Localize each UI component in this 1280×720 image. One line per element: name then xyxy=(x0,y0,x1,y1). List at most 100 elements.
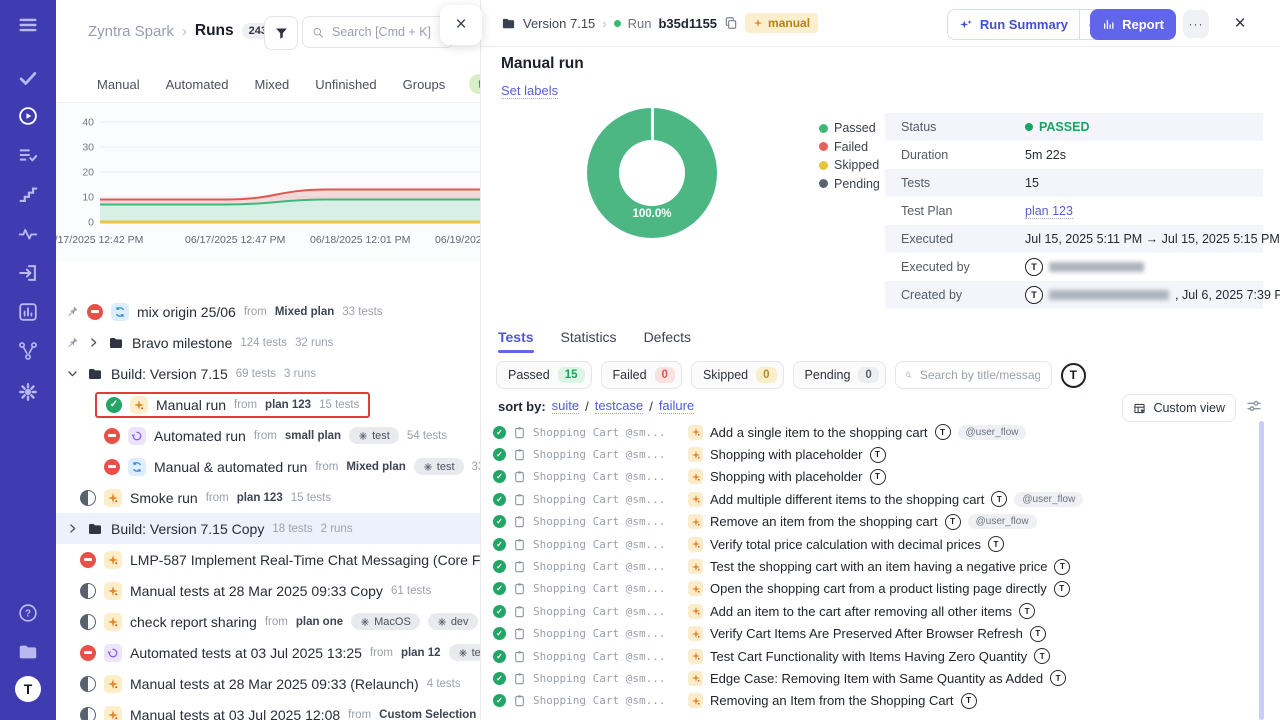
runs-search-input[interactable] xyxy=(330,24,444,40)
filter-chip-pending[interactable]: Pending0 xyxy=(793,361,886,389)
test-title[interactable]: Shopping with placeholder xyxy=(710,447,863,462)
test-result-row[interactable]: ✓Shopping Cart @sm...Edge Case: Removing… xyxy=(493,667,1263,689)
run-row[interactable]: Automated tests at 03 Jul 2025 13:25from… xyxy=(56,637,480,668)
collapse-panel-button[interactable]: × xyxy=(440,5,482,45)
test-result-row[interactable]: ✓Shopping Cart @sm...Remove an item from… xyxy=(493,511,1263,533)
sidebar-item-analytics[interactable] xyxy=(0,297,56,327)
sidebar-item-workflow[interactable] xyxy=(0,336,56,366)
plan-name[interactable]: Mixed plan xyxy=(346,461,405,473)
run-row[interactable]: ✓Manual runfromplan 12315 tests xyxy=(56,389,480,420)
plan-name[interactable]: plan one xyxy=(296,616,343,628)
test-title[interactable]: Removing an Item from the Shopping Cart xyxy=(710,693,954,708)
report-button[interactable]: Report xyxy=(1090,9,1176,40)
run-name[interactable]: Automated tests at 03 Jul 2025 13:25 xyxy=(130,645,362,661)
plan-name[interactable]: plan 123 xyxy=(237,492,283,504)
run-name[interactable]: Automated run xyxy=(154,428,246,444)
run-name[interactable]: Manual tests at 28 Mar 2025 09:33 Copy xyxy=(130,583,383,599)
test-result-row[interactable]: ✓Shopping Cart @sm...Verify total price … xyxy=(493,533,1263,555)
sidebar-item-projects[interactable] xyxy=(0,637,56,667)
run-row[interactable]: Manual tests at 28 Mar 2025 09:33 (Relau… xyxy=(56,668,480,699)
test-result-row[interactable]: ✓Shopping Cart @sm...Test the shopping c… xyxy=(493,555,1263,577)
run-name[interactable]: LMP-587 Implement Real-Time Chat Messagi… xyxy=(130,552,480,568)
run-name[interactable]: Manual & automated run xyxy=(154,459,307,475)
run-row[interactable]: Manual tests at 28 Mar 2025 09:33 Copy61… xyxy=(56,575,480,606)
run-name[interactable]: mix origin 25/06 xyxy=(137,304,236,320)
test-result-row[interactable]: ✓Shopping Cart @sm...Add an item to the … xyxy=(493,600,1263,622)
runs-tab-tag-pill[interactable]: tes xyxy=(469,74,480,94)
run-name[interactable]: Manual tests at 28 Mar 2025 09:33 (Relau… xyxy=(130,676,419,692)
plan-name[interactable]: small plan xyxy=(285,430,341,442)
folder-name[interactable]: Bravo milestone xyxy=(132,335,232,351)
test-title[interactable]: Test Cart Functionality with Items Havin… xyxy=(710,649,1027,664)
sidebar-item-steps[interactable] xyxy=(0,180,56,210)
tab-statistics[interactable]: Statistics xyxy=(561,329,617,353)
test-result-row[interactable]: ✓Shopping Cart @sm...Test Cart Functiona… xyxy=(493,645,1263,667)
sidebar-item-settings[interactable] xyxy=(0,377,56,407)
close-detail-button[interactable]: × xyxy=(1227,10,1253,38)
run-row[interactable]: Smoke runfromplan 12315 tests xyxy=(56,482,480,513)
sort-by-failure[interactable]: failure xyxy=(659,398,694,414)
run-summary-button[interactable]: Run Summary xyxy=(948,10,1079,39)
sidebar-item-import[interactable] xyxy=(0,258,56,288)
test-result-row[interactable]: ✓Shopping Cart @sm...Removing an Item fr… xyxy=(493,690,1263,712)
sort-by-suite[interactable]: suite xyxy=(552,398,579,414)
tests-scrollbar[interactable] xyxy=(1259,421,1264,720)
test-title[interactable]: Add multiple different items to the shop… xyxy=(710,492,984,507)
test-title[interactable]: Test the shopping cart with an item havi… xyxy=(710,559,1047,574)
test-result-row[interactable]: ✓Shopping Cart @sm...Shopping with place… xyxy=(493,466,1263,488)
sidebar-item-menu[interactable] xyxy=(0,10,56,40)
runs-tab-groups[interactable]: Groups xyxy=(403,77,446,92)
more-actions-button[interactable]: ··· xyxy=(1183,10,1209,38)
run-row[interactable]: Automated runfromsmall plantest54 tests xyxy=(56,420,480,451)
test-result-row[interactable]: ✓Shopping Cart @sm...Open the shopping c… xyxy=(493,578,1263,600)
run-row[interactable]: LMP-587 Implement Real-Time Chat Messagi… xyxy=(56,544,480,575)
runs-tab-manual[interactable]: Manual xyxy=(97,77,140,92)
tab-defects[interactable]: Defects xyxy=(644,329,691,353)
test-result-row[interactable]: ✓Shopping Cart @sm...Shopping with place… xyxy=(493,443,1263,465)
sidebar-item-test-plans[interactable] xyxy=(0,140,56,170)
run-group-row[interactable]: Bravo milestone124 tests32 runs xyxy=(56,327,480,358)
sidebar-item-help[interactable]: ? xyxy=(0,598,56,628)
run-name[interactable]: Manual tests at 03 Jul 2025 12:08 xyxy=(130,707,340,720)
test-title[interactable]: Verify Cart Items Are Preserved After Br… xyxy=(710,626,1023,641)
test-result-row[interactable]: ✓Shopping Cart @sm...Verify Cart Items A… xyxy=(493,623,1263,645)
test-result-row[interactable]: ✓Shopping Cart @sm...Add a single item t… xyxy=(493,421,1263,443)
chevron-right-icon[interactable] xyxy=(66,522,79,535)
set-labels-link[interactable]: Set labels xyxy=(501,83,558,99)
tab-tests[interactable]: Tests xyxy=(498,329,534,353)
chevron-down-icon[interactable] xyxy=(66,367,79,380)
test-title[interactable]: Verify total price calculation with deci… xyxy=(710,537,981,552)
test-title[interactable]: Open the shopping cart from a product li… xyxy=(710,581,1047,596)
sidebar-item-pulse[interactable] xyxy=(0,219,56,249)
folder-name[interactable]: Build: Version 7.15 Copy xyxy=(111,521,264,537)
run-row[interactable]: check report sharingfromplan oneMacOSdev… xyxy=(56,606,480,637)
assignee-filter-avatar[interactable]: T xyxy=(1061,363,1086,388)
filter-chip-skipped[interactable]: Skipped0 xyxy=(691,361,784,389)
filter-chip-passed[interactable]: Passed15 xyxy=(496,361,592,389)
run-name[interactable]: Manual run xyxy=(156,397,226,413)
test-title[interactable]: Add a single item to the shopping cart xyxy=(710,425,928,440)
test-title[interactable]: Remove an item from the shopping cart xyxy=(710,514,938,529)
run-row[interactable]: Manual tests at 03 Jul 2025 12:08fromCus… xyxy=(56,699,480,720)
run-name[interactable]: Smoke run xyxy=(130,490,198,506)
detail-breadcrumb-folder[interactable]: Version 7.15 xyxy=(523,16,595,31)
plan-name[interactable]: Custom Selection xyxy=(379,709,476,720)
test-title[interactable]: Shopping with placeholder xyxy=(710,469,863,484)
plan-name[interactable]: plan 12 xyxy=(401,647,441,659)
breadcrumb-project[interactable]: Zyntra Spark xyxy=(88,23,174,40)
view-settings-icon[interactable] xyxy=(1246,398,1262,414)
sidebar-item-tasks[interactable] xyxy=(0,63,56,93)
runs-search[interactable] xyxy=(302,16,454,48)
plan-name[interactable]: plan 123 xyxy=(265,399,311,411)
runs-tab-automated[interactable]: Automated xyxy=(166,77,229,92)
tests-search-input[interactable] xyxy=(918,367,1042,383)
plan-name[interactable]: Mixed plan xyxy=(275,306,334,318)
custom-view-button[interactable]: Custom view xyxy=(1122,394,1236,422)
runs-tab-unfinished[interactable]: Unfinished xyxy=(315,77,376,92)
test-plan-link[interactable]: plan 123 xyxy=(1025,204,1073,219)
test-result-row[interactable]: ✓Shopping Cart @sm...Add multiple differ… xyxy=(493,488,1263,510)
run-group-row[interactable]: Build: Version 7.15 Copy18 tests2 runs xyxy=(56,513,480,544)
folder-name[interactable]: Build: Version 7.15 xyxy=(111,366,228,382)
chevron-right-icon[interactable] xyxy=(87,336,100,349)
run-row[interactable]: Manual & automated runfromMixed plantest… xyxy=(56,451,480,482)
